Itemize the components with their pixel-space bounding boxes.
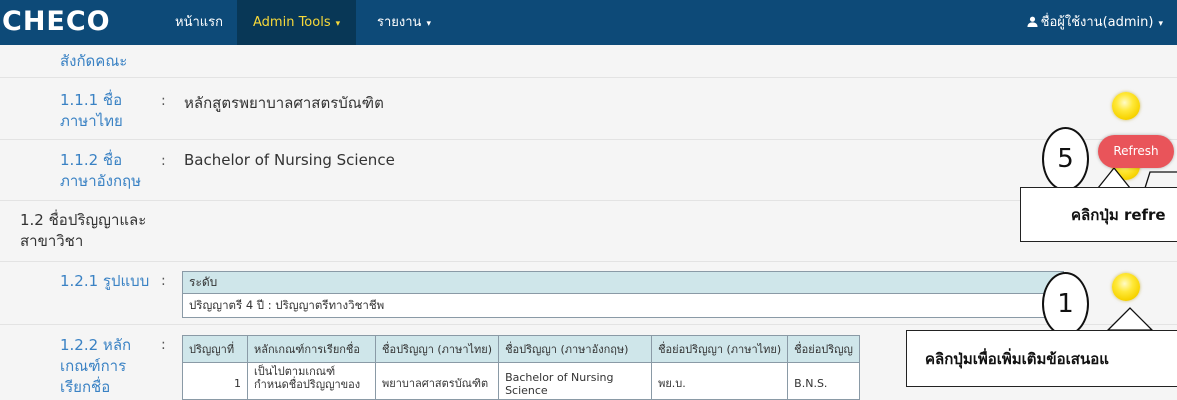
- degree-table: ปริญญาที่ หลักเกณฑ์การเรียกชื่อ ชื่อปริญ…: [182, 335, 860, 400]
- step-5-marker: 5: [1042, 127, 1089, 191]
- level-box: ระดับ ปริญญาตรี 4 ปี : ปริญญาตรีทางวิชาช…: [182, 271, 1064, 318]
- chevron-down-icon: ▾: [335, 19, 341, 29]
- nav-admin-tools[interactable]: Admin Tools ▾: [237, 0, 357, 45]
- nav-reports-label: รายงาน: [377, 15, 422, 30]
- chevron-down-icon: ▾: [426, 19, 431, 29]
- faculty-label: สังกัดคณะ: [60, 52, 128, 70]
- refresh-callout: คลิกปุ่ม refre: [1020, 187, 1177, 242]
- user-name: ชื่อผู้ใช้งาน(admin): [1040, 15, 1154, 30]
- add-suggestion-callout: คลิกปุ่มเพื่อเพิ่มเติมข้อเสนอแ: [906, 330, 1177, 387]
- step-1-marker: 1: [1042, 272, 1089, 336]
- degree-section-label: 1.2 ชื่อปริญญาและ สาขาวิชา: [20, 211, 147, 250]
- brand-logo[interactable]: CHECO: [2, 4, 111, 40]
- colon: :: [161, 93, 166, 109]
- nav-home-label: หน้าแรก: [175, 15, 223, 30]
- chevron-down-icon: ▾: [1158, 19, 1163, 29]
- degree-section-row: 1.2 ชื่อปริญญาและ สาขาวิชา: [0, 201, 1177, 262]
- table-header: ชื่อย่อปริญญ: [787, 335, 860, 363]
- table-header: ชื่อปริญญา (ภาษาไทย): [374, 335, 500, 363]
- status-bulb-icon[interactable]: [1112, 273, 1140, 301]
- nav-reports[interactable]: รายงาน ▾: [377, 0, 431, 45]
- user-icon: [1027, 16, 1038, 27]
- colon: :: [161, 337, 166, 353]
- table-header-row: ปริญญาที่ หลักเกณฑ์การเรียกชื่อ ชื่อปริญ…: [182, 335, 860, 363]
- colon: :: [161, 273, 166, 289]
- thai-name-value: หลักสูตรพยาบาลศาสตรบัณฑิต: [184, 94, 384, 112]
- thai-name-row: 1.1.1 ชื่อ ภาษาไทย : หลักสูตรพยาบาลศาสตร…: [0, 78, 1177, 140]
- english-name-label: 1.1.2 ชื่อ ภาษาอังกฤษ: [60, 151, 142, 190]
- level-value: ปริญญาตรี 4 ปี : ปริญญาตรีทางวิชาชีพ: [189, 298, 385, 312]
- table-header: ปริญญาที่: [182, 335, 248, 363]
- user-menu[interactable]: ชื่อผู้ใช้งาน(admin) ▾: [1027, 0, 1163, 45]
- table-header: ชื่อปริญญา (ภาษาอังกฤษ): [498, 335, 653, 363]
- format-label: 1.2.1 รูปแบบ: [60, 272, 150, 290]
- table-header: ชื่อย่อปริญญา (ภาษาไทย): [651, 335, 789, 363]
- nav-admin-tools-label: Admin Tools: [253, 15, 331, 30]
- naming-label: 1.2.2 หลัก เกณฑ์การ เรียกชื่อ: [60, 336, 132, 396]
- english-name-value: Bachelor of Nursing Science: [184, 151, 395, 169]
- navbar: CHECO หน้าแรก Admin Tools ▾ รายงาน ▾ ชื่อผ…: [0, 0, 1177, 45]
- status-bulb-icon[interactable]: [1112, 92, 1140, 120]
- refresh-button[interactable]: Refresh: [1098, 135, 1174, 168]
- nav-home[interactable]: หน้าแรก: [175, 0, 223, 45]
- english-name-row: 1.1.2 ชื่อ ภาษาอังกฤษ : Bachelor of Nurs…: [0, 140, 1177, 201]
- thai-name-label: 1.1.1 ชื่อ ภาษาไทย: [60, 91, 123, 130]
- level-header: ระดับ: [183, 272, 1063, 294]
- table-header: หลักเกณฑ์การเรียกชื่อ: [247, 335, 376, 363]
- colon: :: [161, 153, 166, 169]
- faculty-row: สังกัดคณะ: [0, 45, 1177, 78]
